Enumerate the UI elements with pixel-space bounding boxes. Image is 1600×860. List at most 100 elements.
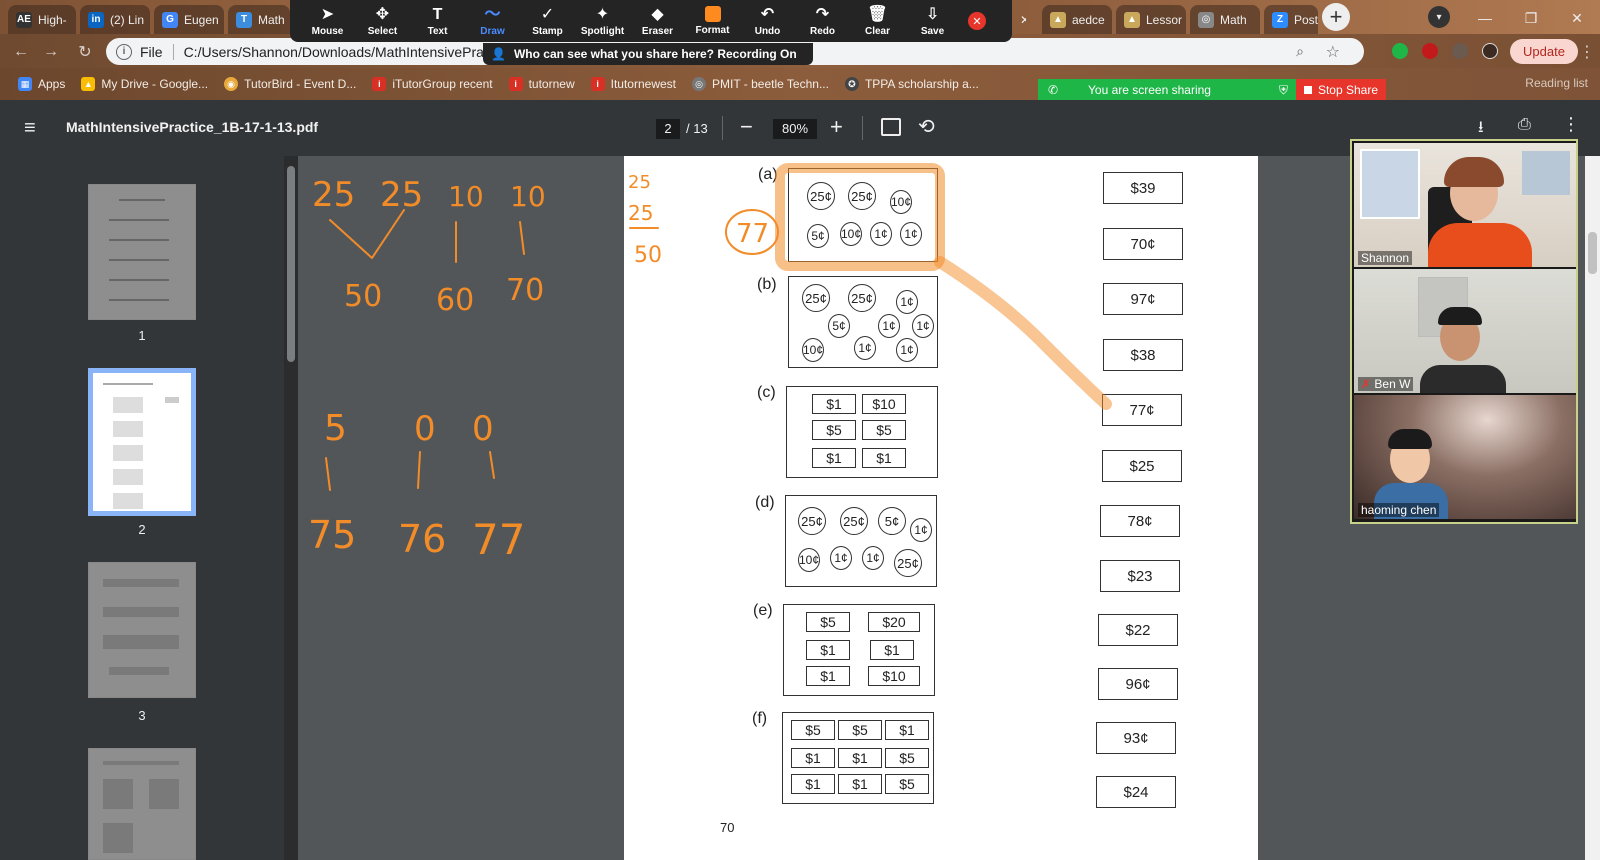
tab-close-button[interactable]: ✕ (1012, 5, 1026, 34)
browser-tab-0[interactable]: AE High- (8, 5, 76, 34)
zoom-input[interactable]: 80% (773, 119, 817, 139)
browser-tab-4[interactable]: ▲ aedce (1042, 5, 1112, 34)
stop-share-button[interactable]: Stop Share (1296, 79, 1386, 101)
tool-redo[interactable]: ↷ Redo (795, 0, 850, 42)
bill: $1 (812, 394, 856, 414)
answer-box[interactable]: 93¢ (1096, 722, 1176, 754)
restore-button[interactable]: ❐ (1508, 4, 1554, 32)
rotate-icon[interactable]: ⟲ (918, 114, 935, 139)
browser-tab-3[interactable]: T Math (228, 5, 290, 34)
video-tile-ben[interactable]: ✗ Ben W (1354, 269, 1576, 393)
answer-box[interactable]: 96¢ (1098, 668, 1178, 700)
close-window-button[interactable]: ✕ (1554, 4, 1600, 32)
reading-list-button[interactable]: Reading list (1525, 76, 1588, 90)
extension-icon[interactable] (1392, 43, 1408, 59)
recording-banner[interactable]: 👤 Who can see what you share here? Recor… (483, 43, 813, 65)
zoom-in-button[interactable]: + (830, 114, 843, 140)
chrome-menu-button[interactable]: ⋮ (1576, 41, 1598, 63)
tab-favicon: in (88, 11, 104, 28)
zoom-out-button[interactable]: − (740, 114, 753, 140)
new-tab-button[interactable]: + (1322, 3, 1350, 31)
video-tile-haoming[interactable]: haoming chen (1354, 395, 1576, 519)
coin: 1¢ (830, 546, 852, 570)
tool-spotlight[interactable]: ✦ Spotlight (575, 0, 630, 42)
tool-save[interactable]: ⇩ Save (905, 0, 960, 42)
coin: 5¢ (878, 507, 906, 535)
thumbnail-text (113, 421, 143, 437)
tool-eraser[interactable]: ◆ Eraser (630, 0, 685, 42)
star-icon[interactable]: ☆ (1326, 42, 1340, 62)
ublock-icon[interactable] (1422, 43, 1438, 59)
text-icon: T (432, 5, 443, 23)
tool-select[interactable]: ✥ Select (355, 0, 410, 42)
thumbnail-page-1[interactable] (88, 184, 196, 320)
thumbnail-text (109, 259, 169, 261)
main-scroll-thumb[interactable] (1588, 232, 1597, 274)
puzzle-icon[interactable] (1452, 43, 1468, 59)
tool-label: Eraser (641, 25, 674, 37)
coin: 1¢ (910, 518, 932, 542)
answer-box[interactable]: $25 (1102, 450, 1182, 482)
answer-box[interactable]: $24 (1096, 776, 1176, 808)
tab-label: Math (258, 12, 285, 27)
print-icon[interactable]: ⎙ (1518, 116, 1531, 134)
mouse-pointer-icon: ➤ (320, 5, 335, 23)
minimize-button[interactable]: — (1462, 4, 1508, 32)
video-tile-shannon[interactable]: Shannon (1354, 143, 1576, 267)
answer-box[interactable]: 70¢ (1103, 228, 1183, 260)
tool-draw[interactable]: 〜 Draw (465, 0, 520, 42)
menu-icon[interactable]: ≡ (24, 118, 44, 138)
tool-mouse[interactable]: ➤ Mouse (300, 0, 355, 42)
sidebar-scroll-thumb[interactable] (287, 166, 295, 362)
answer-box[interactable]: 97¢ (1103, 283, 1183, 315)
bookmark-tutorbird[interactable]: ◉ TutorBird - Event D... (224, 77, 356, 91)
zoom-icon[interactable]: ⌕ (1296, 43, 1304, 60)
close-annotation-button[interactable]: ✕ (968, 12, 986, 30)
update-button[interactable]: Update (1510, 39, 1578, 64)
tab-search-button[interactable]: ▾ (1428, 6, 1450, 28)
browser-tab-5[interactable]: ▲ Lessor (1116, 5, 1186, 34)
avatar[interactable] (1482, 43, 1498, 59)
bookmark-label: PMIT - beetle Techn... (712, 77, 829, 91)
more-vertical-icon[interactable]: ⋮ (1562, 114, 1580, 135)
answer-box[interactable]: $23 (1100, 560, 1180, 592)
page-number-input[interactable]: 2 (656, 119, 680, 139)
bookmark-label: tutornew (528, 77, 575, 91)
answer-box[interactable]: 78¢ (1100, 505, 1180, 537)
bookmark-tppa[interactable]: ✪ TPPA scholarship a... (844, 77, 979, 91)
tool-stamp[interactable]: ✓ Stamp (520, 0, 575, 42)
browser-tab-1[interactable]: in (2) Lin (80, 5, 150, 34)
bookmark-itutorgroup[interactable]: i iTutorGroup recent (372, 77, 493, 91)
question-label: (b) (757, 276, 777, 293)
reload-button[interactable]: ↻ (74, 41, 96, 63)
coin: 10¢ (798, 548, 820, 572)
tool-clear[interactable]: 🗑 Clear (850, 0, 905, 42)
chevron-down-icon: ▾ (1436, 11, 1442, 23)
screen-sharing-indicator: ✆ You are screen sharing ⛨ (1038, 79, 1296, 101)
thumbnail-text (113, 445, 143, 461)
browser-tab-6[interactable]: ◎ Math (1190, 5, 1260, 34)
thumbnail-page-4[interactable] (88, 748, 196, 860)
bookmark-apps[interactable]: ▦ Apps (18, 77, 65, 91)
browser-tab-2[interactable]: G Eugen (154, 5, 224, 34)
bookmark-itutornewest[interactable]: i Itutornewest (590, 77, 676, 91)
fit-page-icon[interactable] (881, 118, 901, 136)
tool-format[interactable]: Format (685, 0, 740, 42)
tool-undo[interactable]: ↶ Undo (740, 0, 795, 42)
browser-tab-7[interactable]: Z Post A (1264, 5, 1318, 34)
question-label: (c) (757, 384, 776, 401)
answer-box[interactable]: $39 (1103, 172, 1183, 204)
info-icon[interactable]: i (116, 43, 132, 60)
back-button[interactable]: ← (10, 41, 32, 63)
answer-box[interactable]: 77¢ (1102, 394, 1182, 426)
tool-text[interactable]: T Text (410, 0, 465, 42)
answer-box[interactable]: $22 (1098, 614, 1178, 646)
bookmark-pmit[interactable]: ◎ PMIT - beetle Techn... (692, 77, 829, 91)
answer-box[interactable]: $38 (1103, 339, 1183, 371)
tab-favicon: ▲ (1050, 11, 1066, 28)
thumbnail-page-2[interactable] (88, 368, 196, 516)
thumbnail-page-3[interactable] (88, 562, 196, 698)
bookmark-drive[interactable]: ▲ My Drive - Google... (81, 77, 208, 91)
bookmark-tutornew[interactable]: i tutornew (508, 77, 575, 91)
forward-button[interactable]: → (40, 41, 62, 63)
